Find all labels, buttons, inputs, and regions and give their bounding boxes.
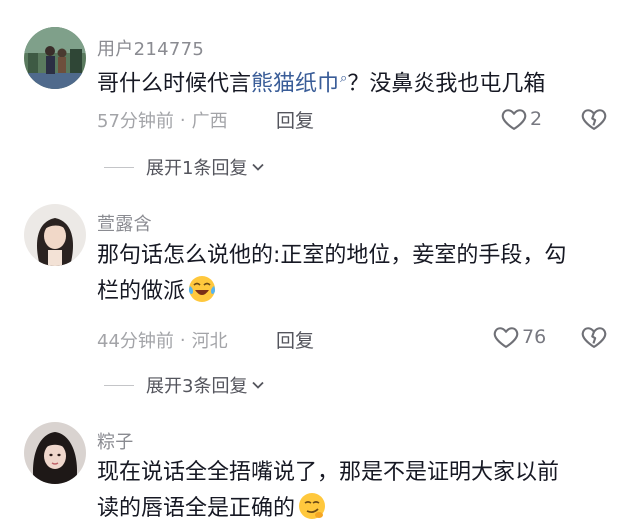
separator-dot: · (179, 109, 186, 131)
broken-heart-icon (581, 327, 607, 348)
username[interactable]: 用户214775 (97, 35, 204, 61)
comment-text-line-2: 读的唇语全是正确的 (97, 491, 617, 525)
heart-outline-icon (501, 109, 527, 130)
comment-meta: 57分钟前 · 广西 (97, 107, 228, 133)
comment-text-line: 现在说话全全捂嘴说了，那是不是证明大家以前 (97, 460, 560, 485)
like-button[interactable]: 2 (500, 105, 542, 133)
separator-dot: · (179, 329, 186, 351)
comment-meta: 44分钟前 · 河北 (97, 327, 228, 353)
expand-replies-button[interactable]: 展开1条回复 (104, 154, 265, 180)
chevron-down-icon (252, 381, 265, 389)
divider-line (104, 166, 134, 168)
comment-time: 44分钟前 (97, 331, 174, 352)
username[interactable]: 萱露含 (97, 210, 152, 236)
avatar[interactable] (24, 422, 86, 484)
like-count: 76 (522, 326, 547, 348)
laughing-crying-emoji (187, 274, 217, 304)
comment-item: 粽子 现在说话全全捂嘴说了，那是不是证明大家以前 读的唇语全是正确的 (0, 410, 640, 525)
comment-text: 那句话怎么说他的:正室的地位，妾室的手段，勾 栏的做派 (97, 238, 617, 310)
username[interactable]: 粽子 (97, 428, 134, 454)
comment-location: 河北 (191, 331, 228, 352)
reply-button[interactable]: 回复 (276, 106, 314, 133)
search-link[interactable]: 熊猫纸巾 (251, 71, 339, 96)
comment-text: 现在说话全全捂嘴说了，那是不是证明大家以前 读的唇语全是正确的 (97, 455, 617, 525)
like-button[interactable]: 76 (492, 323, 546, 351)
divider-line (104, 384, 134, 386)
like-count: 2 (530, 108, 543, 130)
comment-item: 用户214775 哥什么时候代言熊猫纸巾⌕？没鼻炎我也屯几箱 57分钟前 · 广… (0, 0, 640, 190)
avatar[interactable] (24, 27, 86, 89)
comment-text-after: ？没鼻炎我也屯几箱 (347, 71, 546, 97)
expand-replies-button[interactable]: 展开3条回复 (104, 372, 265, 398)
comment-location: 广西 (191, 111, 228, 132)
comment-text-line-2: 栏的做派 (97, 274, 617, 310)
chevron-down-icon (252, 163, 265, 171)
reply-button[interactable]: 回复 (276, 326, 314, 353)
avatar[interactable] (24, 204, 86, 266)
expand-label: 展开1条回复 (146, 158, 248, 179)
heart-outline-icon (493, 327, 519, 348)
comment-text-line: 读的唇语全是正确的 (97, 496, 296, 521)
dislike-button[interactable] (580, 323, 608, 351)
comment-item: 萱露含 那句话怎么说他的:正室的地位，妾室的手段，勾 栏的做派 44分钟前 · … (0, 190, 640, 410)
comment-text-line: 栏的做派 (97, 279, 186, 304)
dislike-button[interactable] (580, 105, 608, 133)
comment-text-line: 那句话怎么说他的:正室的地位，妾室的手段，勾 (97, 243, 567, 268)
comment-time: 57分钟前 (97, 111, 174, 132)
expand-label: 展开3条回复 (146, 376, 248, 397)
smirk-emoji (297, 491, 327, 521)
comment-text: 哥什么时候代言熊猫纸巾⌕？没鼻炎我也屯几箱 (97, 61, 617, 102)
comment-text-before: 哥什么时候代言 (97, 71, 252, 97)
broken-heart-icon (581, 109, 607, 130)
